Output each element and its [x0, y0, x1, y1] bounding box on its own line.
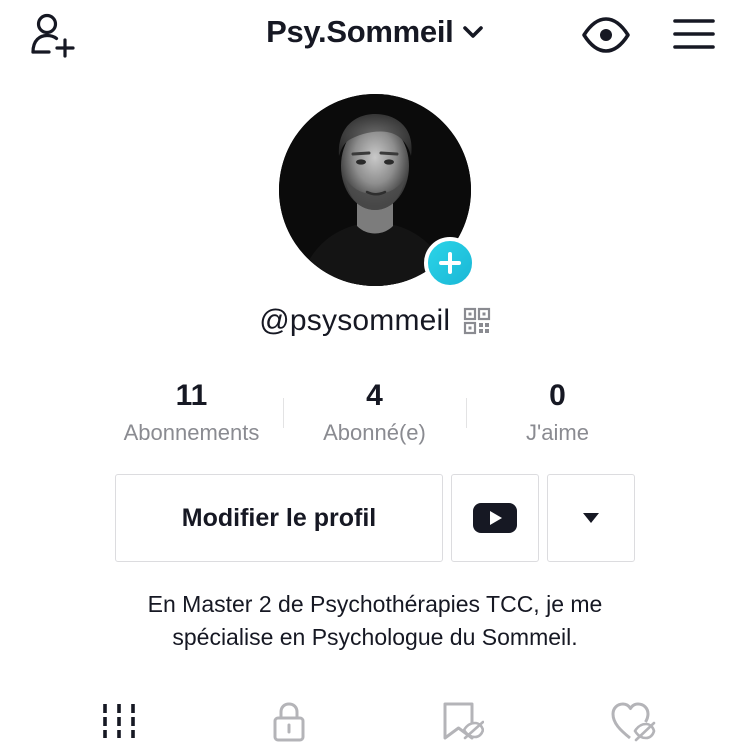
tab-liked[interactable]: [610, 700, 656, 742]
grid-icon: [103, 704, 135, 738]
bio-line: En Master 2 de Psychothérapies TCC, je m…: [147, 591, 603, 617]
profile-bio: En Master 2 de Psychothérapies TCC, je m…: [0, 588, 750, 654]
handle-row: @psysommeil: [0, 304, 750, 338]
account-switcher[interactable]: Psy.Sommeil: [0, 14, 750, 50]
youtube-icon: [473, 503, 517, 533]
hamburger-menu-icon[interactable]: [672, 14, 716, 54]
content-tabs: [0, 690, 750, 750]
profile-handle: @psysommeil: [259, 304, 451, 337]
stat-likes[interactable]: 0 J'aime: [466, 378, 649, 446]
more-options-button[interactable]: [547, 474, 635, 562]
tab-private[interactable]: [266, 700, 312, 742]
stat-followers-count: 4: [366, 379, 383, 412]
top-bar: Psy.Sommeil: [0, 0, 750, 70]
tab-saved[interactable]: [438, 700, 485, 742]
stat-following[interactable]: 11 Abonnements: [100, 378, 283, 446]
stat-following-label: Abonnements: [123, 420, 260, 445]
profile-avatar-container: [279, 94, 476, 289]
stat-following-count: 11: [175, 379, 208, 412]
tab-videos[interactable]: [96, 700, 142, 742]
edit-profile-button[interactable]: Modifier le profil: [115, 474, 443, 562]
lock-icon: [273, 702, 305, 742]
stat-likes-count: 0: [549, 379, 566, 412]
bio-line: spécialise en Psychologue du Sommeil.: [172, 624, 578, 650]
stat-likes-label: J'aime: [526, 420, 589, 445]
caret-down-icon: [583, 513, 599, 523]
profile-stats: 11 Abonnements 4 Abonné(e) 0 J'aime: [100, 378, 650, 448]
chevron-down-icon: [463, 26, 483, 38]
youtube-link-button[interactable]: [451, 474, 539, 562]
stat-followers[interactable]: 4 Abonné(e): [283, 378, 466, 446]
add-photo-plus-icon[interactable]: [424, 237, 476, 289]
heart-hidden-icon: [611, 702, 656, 742]
qr-code-icon[interactable]: [463, 307, 491, 335]
stat-followers-label: Abonné(e): [323, 420, 426, 445]
eye-icon[interactable]: [580, 12, 632, 58]
account-name: Psy.Sommeil: [266, 14, 454, 49]
bookmark-hidden-icon: [443, 702, 485, 740]
